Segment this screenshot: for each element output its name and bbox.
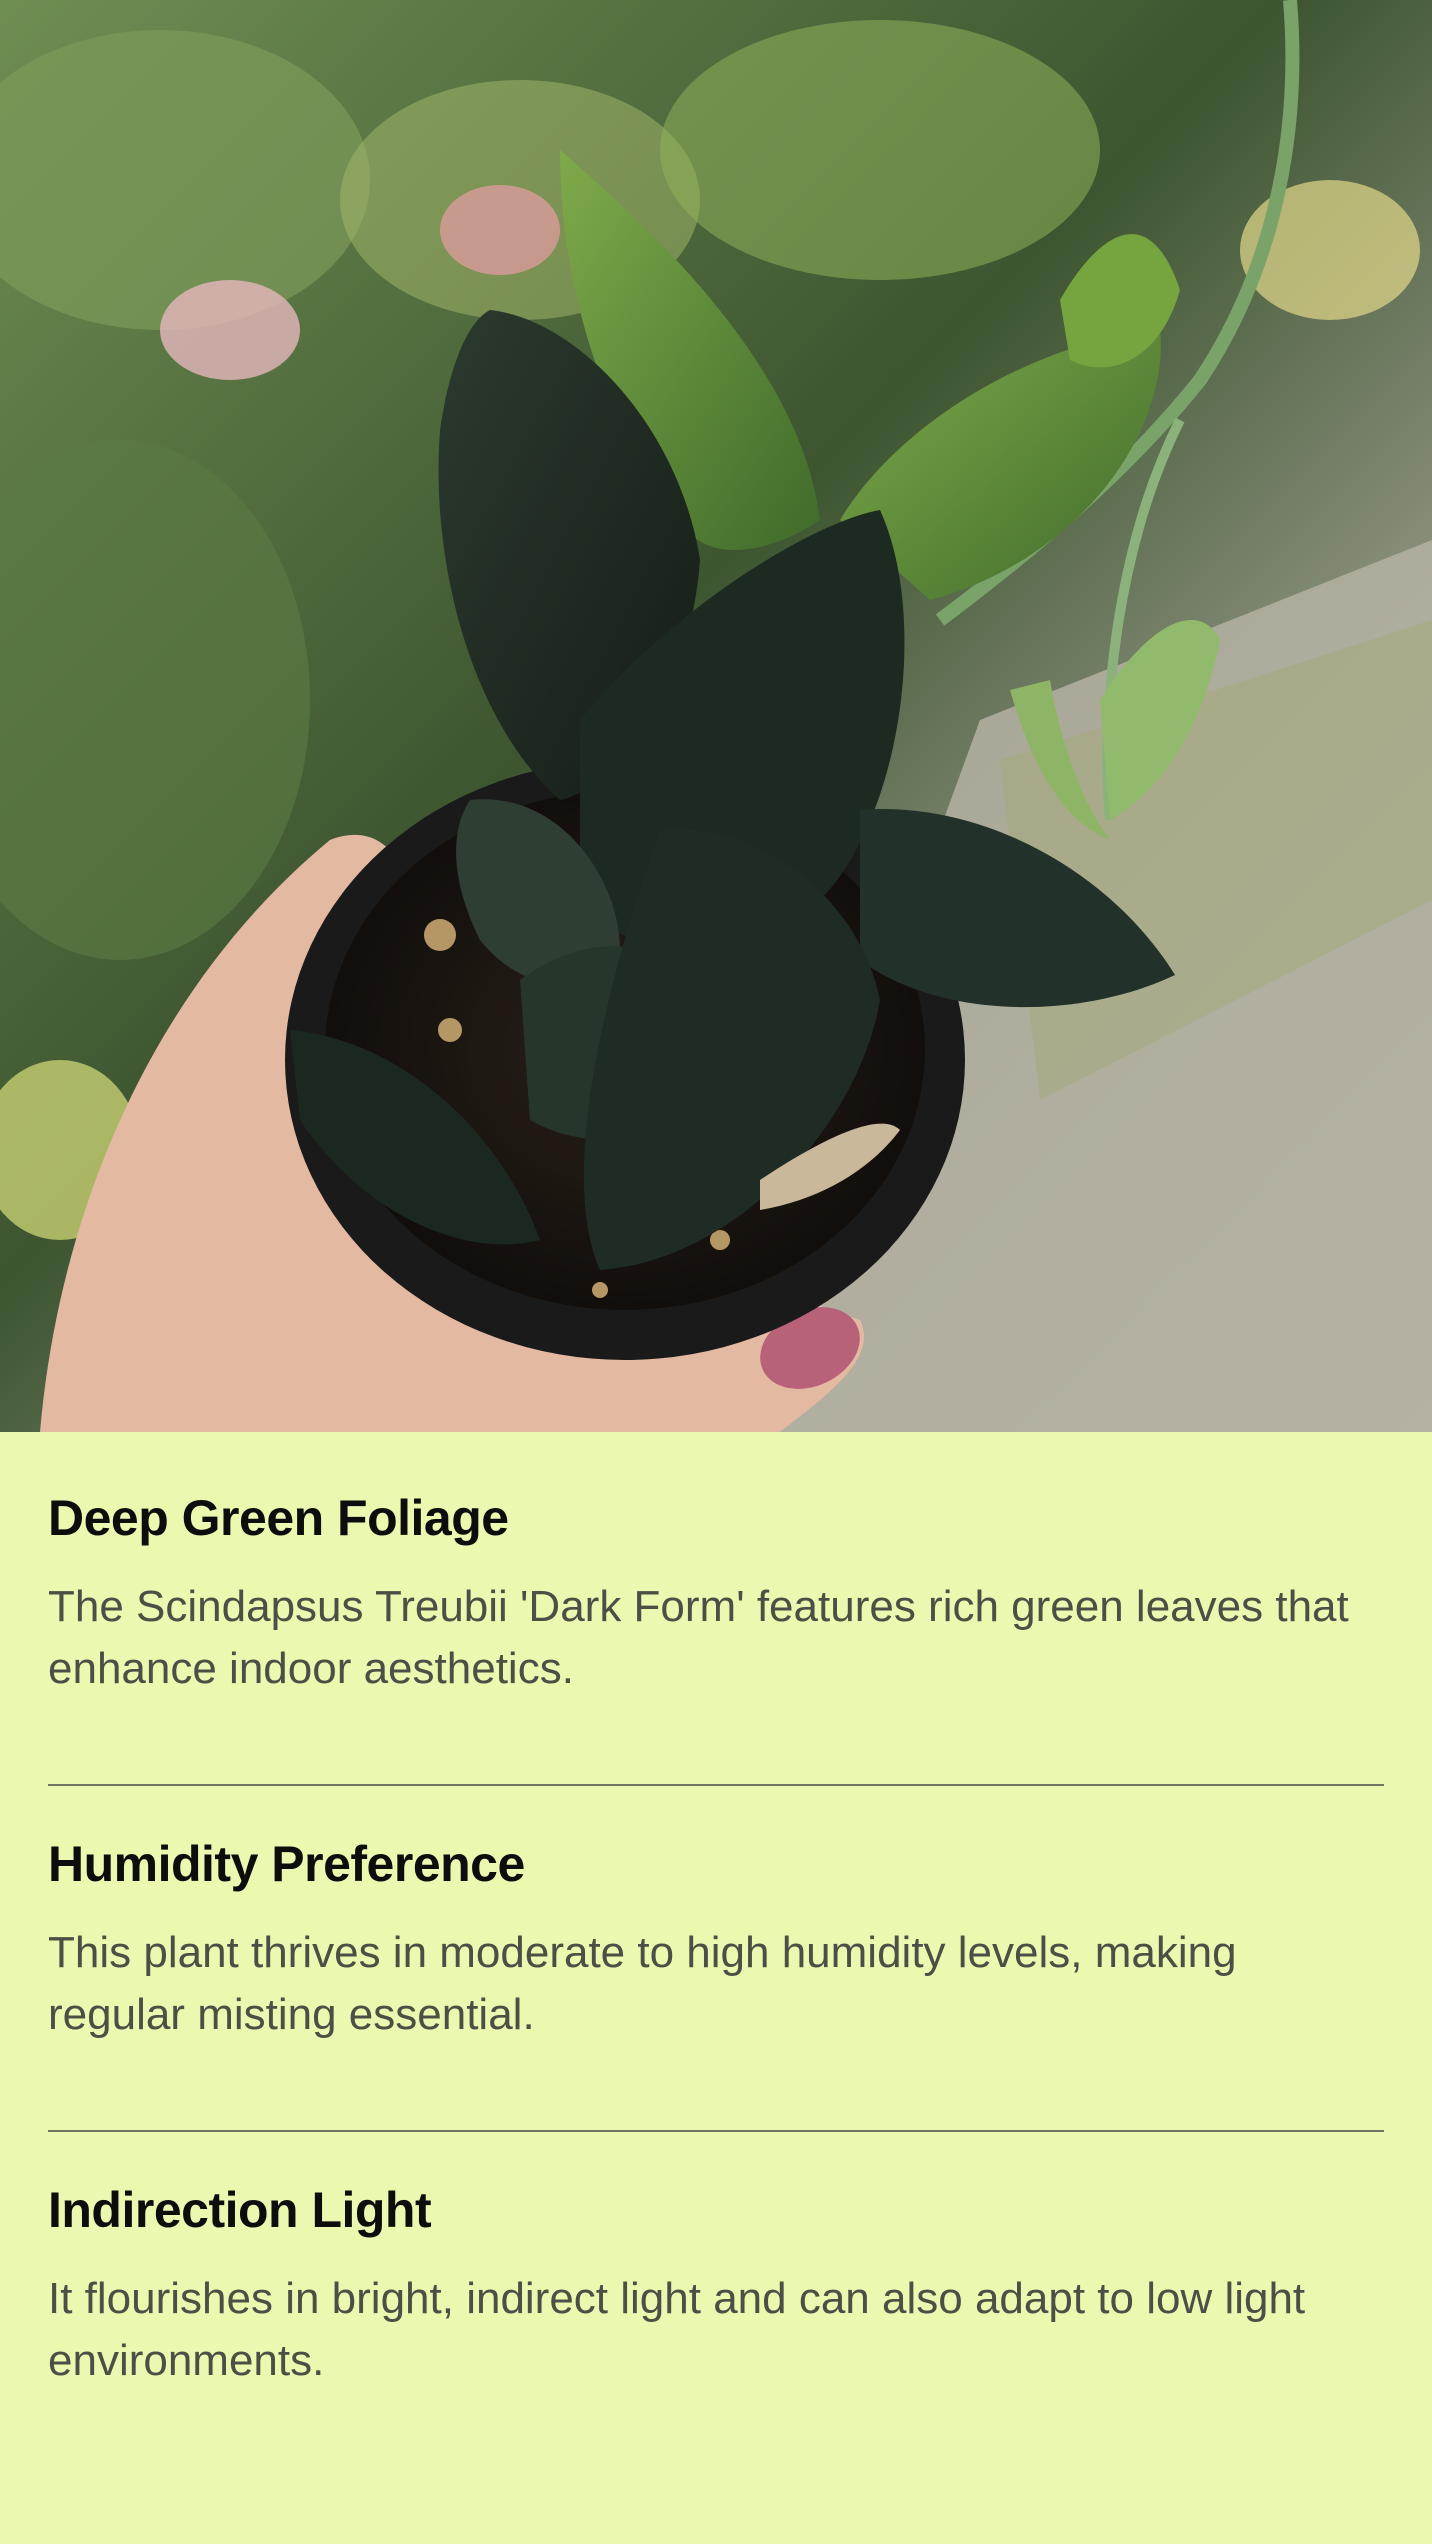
feature-item: Humidity Preference This plant thrives i…: [48, 1834, 1384, 2130]
feature-item: Deep Green Foliage The Scindapsus Treubi…: [48, 1488, 1384, 1784]
potted-plant-photo: [0, 0, 1432, 1432]
feature-description: This plant thrives in moderate to high h…: [48, 1928, 1237, 2039]
feature-item: Indirection Light It flourishes in brigh…: [48, 2180, 1384, 2476]
plant-detail-page: Deep Green Foliage The Scindapsus Treubi…: [0, 0, 1432, 2544]
plant-photo: [0, 0, 1432, 1432]
feature-title: Deep Green Foliage: [48, 1490, 509, 1546]
feature-list: Deep Green Foliage The Scindapsus Treubi…: [0, 1432, 1432, 2476]
feature-description: It flourishes in bright, indirect light …: [48, 2274, 1306, 2385]
divider: [48, 2130, 1384, 2132]
feature-title: Humidity Preference: [48, 1836, 525, 1892]
divider: [48, 1784, 1384, 1786]
feature-title: Indirection Light: [48, 2182, 432, 2238]
feature-description: The Scindapsus Treubii 'Dark Form' featu…: [48, 1582, 1349, 1693]
